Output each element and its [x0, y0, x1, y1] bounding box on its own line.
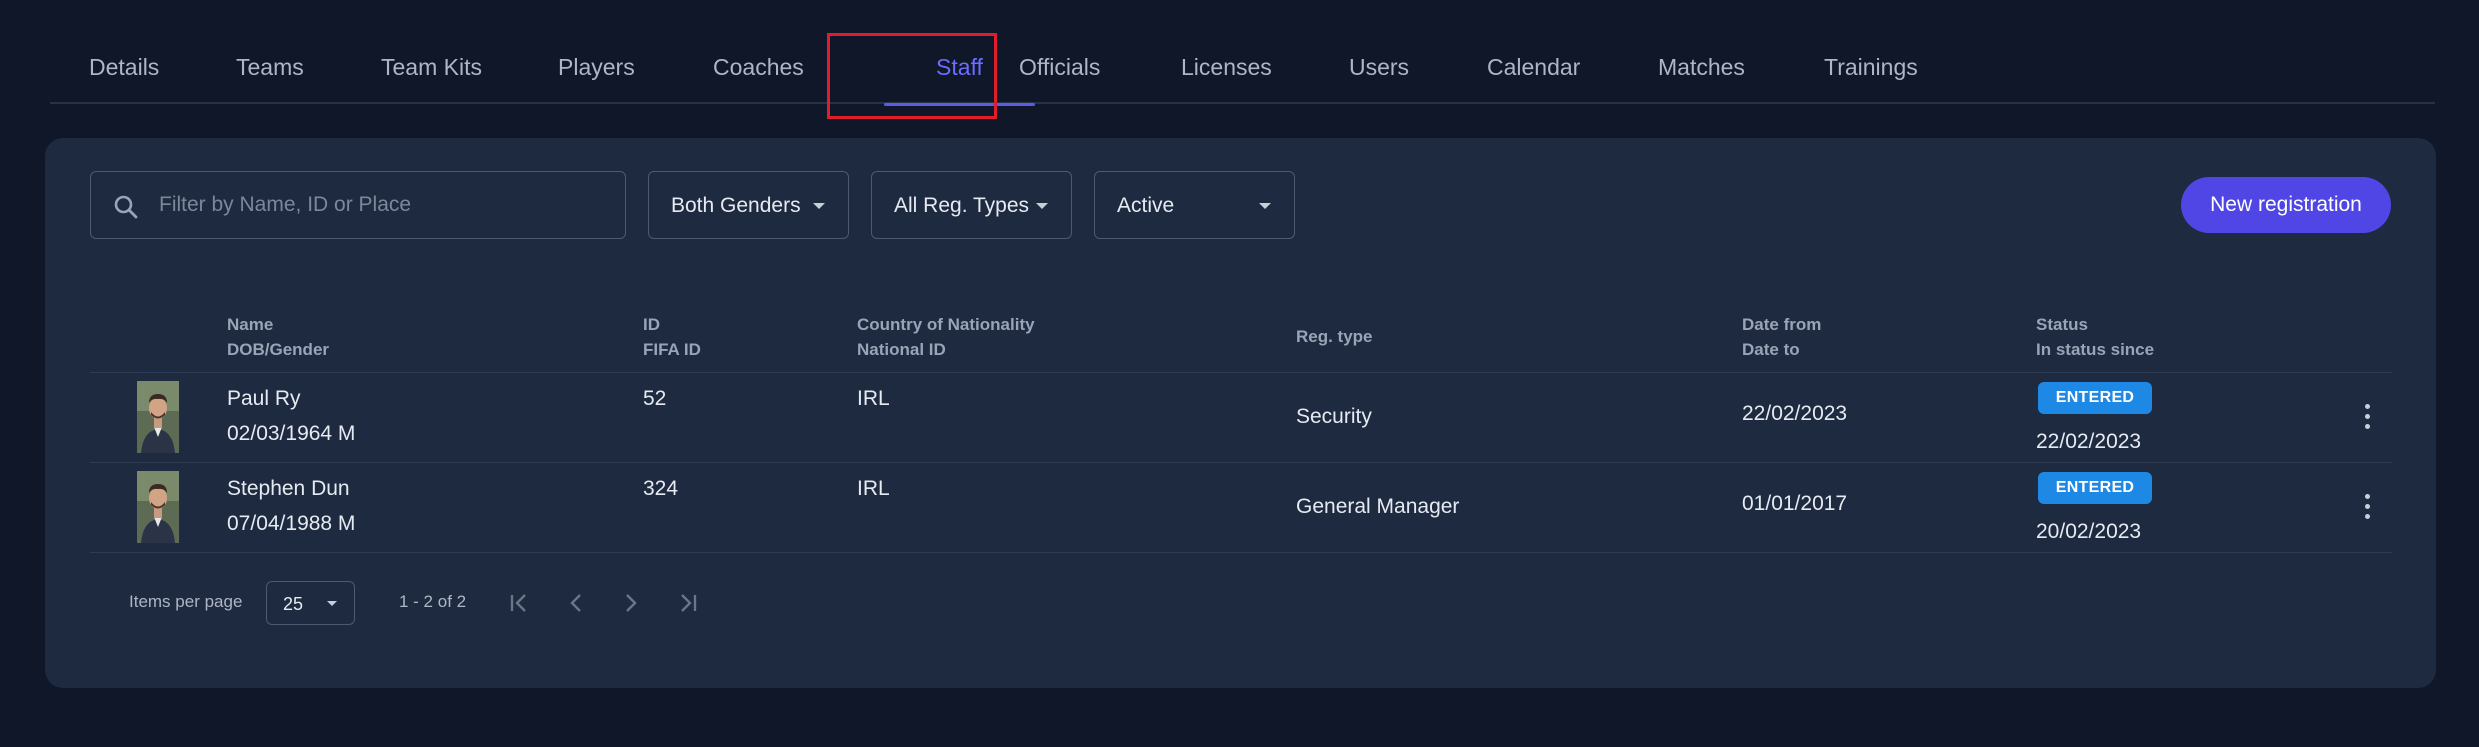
header-date-from: Date from — [1742, 315, 1822, 334]
status-badge: ENTERED — [2038, 382, 2152, 414]
last-page-icon[interactable] — [672, 588, 702, 618]
staff-date-from: 22/02/2023 — [1742, 402, 1848, 425]
tab-staff[interactable]: Staff — [884, 30, 1035, 106]
tab-bar: Details Teams Team Kits Players Coaches … — [50, 30, 2435, 106]
first-page-icon[interactable] — [505, 588, 535, 618]
column-header-id[interactable]: ID FIFA ID — [643, 312, 701, 362]
header-id: ID — [643, 315, 660, 334]
reg-type-select-value: All Reg. Types — [894, 194, 1030, 217]
avatar — [137, 381, 179, 453]
status-select[interactable]: Active — [1094, 171, 1295, 239]
gender-select-value: Both Genders — [671, 194, 801, 217]
pagination-range: 1 - 2 of 2 — [399, 592, 467, 611]
chevron-down-icon — [813, 203, 825, 209]
staff-country: IRL — [857, 477, 890, 500]
staff-card: Both Genders All Reg. Types Active New r… — [45, 138, 2436, 688]
tab-licenses[interactable]: Licenses — [1181, 30, 1272, 104]
header-dob-gender: DOB/Gender — [227, 340, 330, 359]
chevron-down-icon — [1036, 203, 1048, 209]
staff-country: IRL — [857, 387, 890, 410]
table-row[interactable]: Paul Ry 02/03/1964 M 52 IRL Security 22/… — [90, 373, 2392, 463]
previous-page-icon[interactable] — [561, 588, 591, 618]
header-national-id: National ID — [857, 340, 946, 359]
tab-team-kits[interactable]: Team Kits — [381, 30, 482, 104]
tab-officials[interactable]: Officials — [1019, 30, 1100, 104]
staff-id: 52 — [643, 387, 667, 410]
more-options-icon[interactable] — [2357, 402, 2377, 432]
search-icon — [114, 195, 138, 219]
tab-calendar[interactable]: Calendar — [1487, 30, 1580, 104]
next-page-icon[interactable] — [616, 588, 646, 618]
header-date-to: Date to — [1742, 340, 1800, 359]
staff-name[interactable]: Stephen Dun — [227, 477, 350, 501]
header-status: Status — [2036, 315, 2088, 334]
new-registration-button[interactable]: New registration — [2181, 177, 2391, 233]
items-per-page-select[interactable]: 25 — [266, 581, 355, 625]
tab-players[interactable]: Players — [558, 30, 635, 104]
staff-reg-type: General Manager — [1296, 495, 1460, 518]
items-per-page-label: Items per page — [129, 592, 243, 611]
tab-details[interactable]: Details — [89, 30, 159, 104]
chevron-down-icon — [327, 601, 337, 606]
column-header-name[interactable]: Name DOB/Gender — [227, 312, 329, 362]
tab-trainings[interactable]: Trainings — [1824, 30, 1918, 104]
column-header-dates[interactable]: Date from Date to — [1742, 312, 1821, 362]
staff-id: 324 — [643, 477, 679, 500]
staff-status-since: 20/02/2023 — [2036, 520, 2142, 543]
table-row[interactable]: Stephen Dun 07/04/1988 M 324 IRL General… — [90, 463, 2392, 553]
chevron-down-icon — [1259, 203, 1271, 209]
header-fifa-id: FIFA ID — [643, 340, 701, 359]
staff-dob-gender: 02/03/1964 M — [227, 422, 356, 445]
avatar — [137, 471, 179, 543]
column-header-reg-type[interactable]: Reg. type — [1296, 324, 1373, 349]
more-options-icon[interactable] — [2357, 492, 2377, 522]
table-header: Name DOB/Gender ID FIFA ID Country of Na… — [90, 303, 2392, 373]
status-badge: ENTERED — [2038, 472, 2152, 504]
tab-teams[interactable]: Teams — [236, 30, 304, 104]
items-per-page-value: 25 — [283, 594, 304, 614]
header-name: Name — [227, 315, 274, 334]
search-field[interactable] — [90, 171, 626, 239]
staff-dob-gender: 07/04/1988 M — [227, 512, 356, 535]
reg-type-select[interactable]: All Reg. Types — [871, 171, 1072, 239]
tab-matches[interactable]: Matches — [1658, 30, 1745, 104]
status-select-value: Active — [1117, 194, 1175, 217]
tab-users[interactable]: Users — [1349, 30, 1409, 104]
header-reg-type: Reg. type — [1296, 327, 1373, 346]
column-header-status[interactable]: Status In status since — [2036, 312, 2154, 362]
search-input[interactable] — [159, 172, 609, 238]
header-country: Country of Nationality — [857, 315, 1035, 334]
staff-reg-type: Security — [1296, 405, 1372, 428]
tab-coaches[interactable]: Coaches — [713, 30, 804, 104]
gender-select[interactable]: Both Genders — [648, 171, 849, 239]
staff-name[interactable]: Paul Ry — [227, 387, 301, 411]
column-header-country[interactable]: Country of Nationality National ID — [857, 312, 1035, 362]
header-status-since: In status since — [2036, 340, 2155, 359]
staff-date-from: 01/01/2017 — [1742, 492, 1848, 515]
staff-status-since: 22/02/2023 — [2036, 430, 2142, 453]
